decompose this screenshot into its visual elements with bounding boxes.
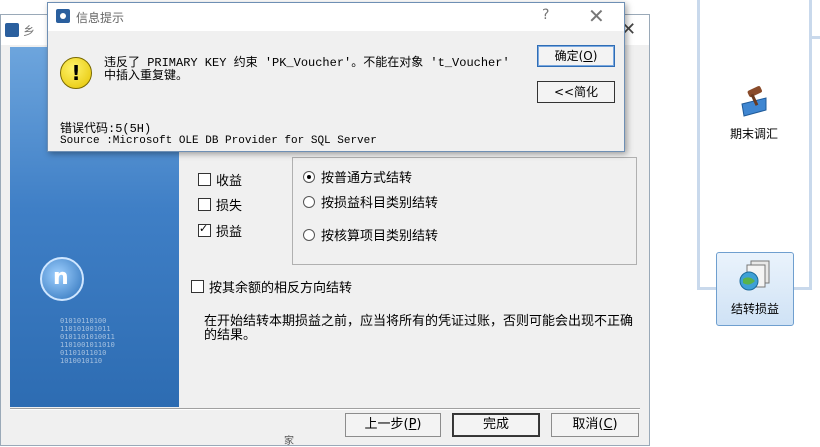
logo-icon: n <box>40 257 84 301</box>
binary-pattern: 01010110100 110101001011 0101101010011 1101… <box>60 317 115 365</box>
simplify-button[interactable]: <<简化 <box>537 81 615 103</box>
posting-note: 在开始结转本期损益之前，应当将所有的凭证过账，否则可能会出现不正确的结果。 <box>204 314 634 343</box>
stray-text: 家 <box>284 436 294 447</box>
access-key: C <box>603 417 613 432</box>
radio-dot[interactable] <box>303 229 315 241</box>
period-end-exchange-tool[interactable]: 期末调汇 <box>722 84 786 142</box>
app-icon <box>56 9 70 23</box>
help-icon[interactable]: ? <box>542 7 549 23</box>
app-icon <box>5 23 19 37</box>
error-source: Source :Microsoft OLE DB Provider for SQ… <box>60 135 377 147</box>
checkbox-label: 收益 <box>216 174 243 189</box>
checkbox-box[interactable] <box>198 198 211 211</box>
radio-dot[interactable] <box>303 196 315 208</box>
button-label: ) <box>416 417 422 432</box>
error-message: 违反了 PRIMARY KEY 约束 'PK_Voucher'。不能在对象 't… <box>104 56 510 83</box>
panel-border-bottom <box>697 287 717 290</box>
button-label: ) <box>592 49 598 63</box>
button-label: 完成 <box>482 417 509 432</box>
button-label: ) <box>612 417 618 432</box>
checkbox-label: 按其余额的相反方向结转 <box>209 281 353 296</box>
globe-document-icon <box>739 260 770 291</box>
radio-label: 按普通方式结转 <box>321 171 413 186</box>
tool-label: 结转损益 <box>730 302 779 316</box>
dialog-titlebar: 信息提示 ? ✕ <box>48 3 624 31</box>
method-radio-by-account-category[interactable]: 按损益科目类别结转 <box>303 192 438 211</box>
wizard-title: 乡 <box>23 24 36 38</box>
prev-button[interactable]: 上一步(P) <box>345 413 441 437</box>
radio-label: 按核算项目类别结转 <box>321 229 439 244</box>
finish-button[interactable]: 完成 <box>452 413 540 437</box>
button-label: 确定( <box>554 49 584 63</box>
account-checkbox-loss[interactable]: 损失 <box>198 195 242 214</box>
checkbox-label: 损失 <box>216 199 243 214</box>
method-radio-normal[interactable]: 按普通方式结转 <box>303 167 412 186</box>
checkbox-label: 损益 <box>216 225 243 240</box>
tool-label: 期末调汇 <box>729 127 778 141</box>
ok-button[interactable]: 确定(O) <box>537 45 615 67</box>
close-icon[interactable]: ✕ <box>588 4 605 28</box>
radio-dot[interactable] <box>303 171 315 183</box>
checkbox-box[interactable] <box>198 173 211 186</box>
divider <box>10 408 640 410</box>
account-checkbox-income[interactable]: 收益 <box>198 170 242 189</box>
dialog-title: 信息提示 <box>76 11 125 25</box>
warning-icon: ! <box>60 57 92 89</box>
cancel-button[interactable]: 取消(C) <box>551 413 639 437</box>
button-label: 取消( <box>572 417 604 432</box>
error-code: 错误代码:5(5H) <box>60 122 152 136</box>
close-profit-loss-tool[interactable]: 结转损益 <box>716 252 794 326</box>
gavel-icon <box>741 86 767 117</box>
panel-border-left <box>697 0 700 290</box>
method-radio-by-item-category[interactable]: 按核算项目类别结转 <box>303 225 438 244</box>
error-dialog: 信息提示 ? ✕ ! 违反了 PRIMARY KEY 约束 'PK_Vouche… <box>47 2 625 152</box>
radio-label: 按损益科目类别结转 <box>321 196 439 211</box>
button-label: 上一步( <box>364 417 409 432</box>
access-key: O <box>583 49 593 63</box>
checkbox-box[interactable] <box>198 222 211 237</box>
account-checkbox-profit-loss[interactable]: 损益 <box>198 221 242 240</box>
checkbox-box[interactable] <box>191 280 204 293</box>
panel-border-top <box>809 36 820 39</box>
panel-border-right <box>809 0 812 290</box>
reverse-direction-checkbox[interactable]: 按其余额的相反方向结转 <box>191 277 352 296</box>
